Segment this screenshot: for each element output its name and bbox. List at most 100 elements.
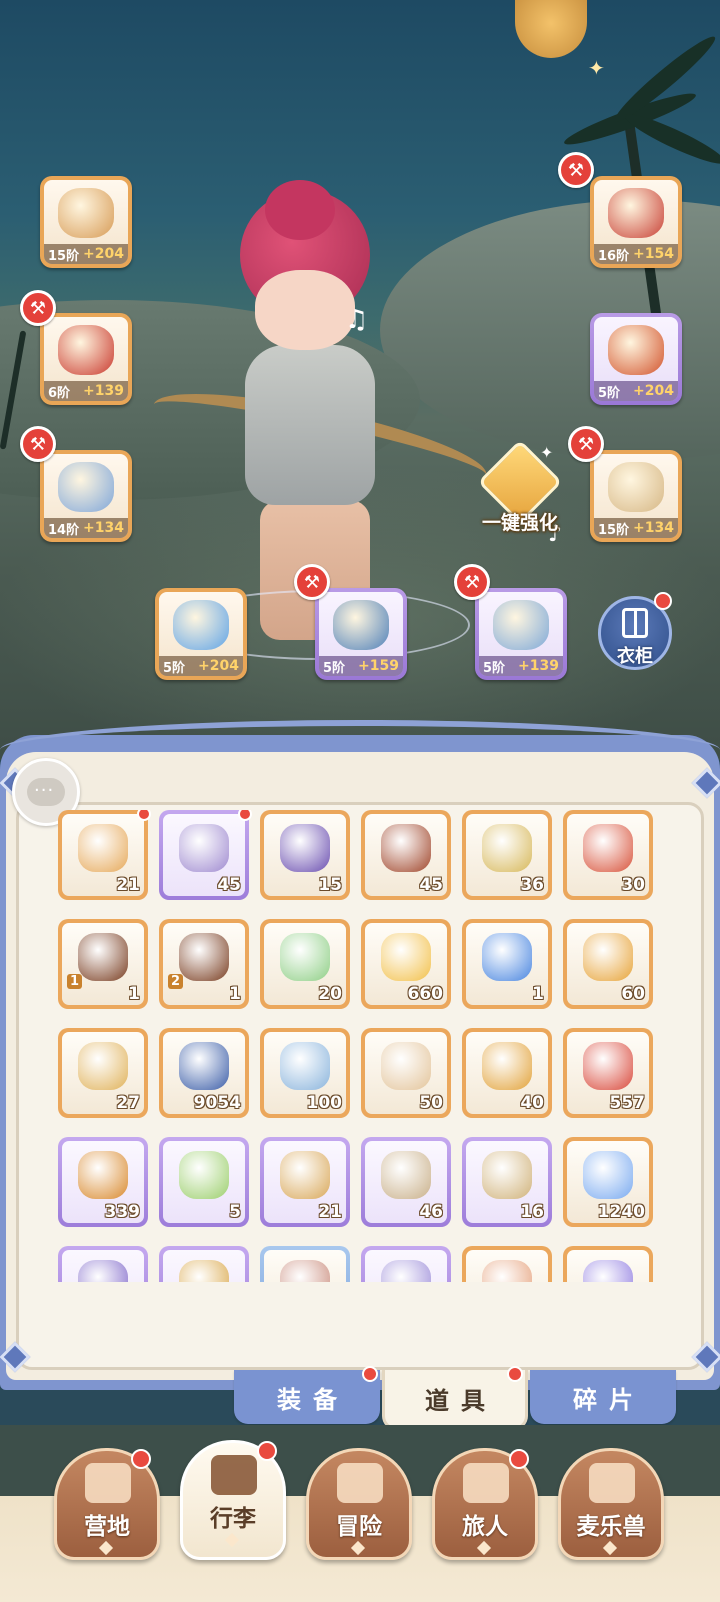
item-count: 50 (419, 1093, 443, 1113)
upgrade-hammer-icon[interactable]: ⚒ (568, 426, 604, 462)
item-level-badge: 1 (67, 974, 83, 989)
item-count: 40 (520, 1093, 544, 1113)
wardrobe-label: 衣柜 (617, 646, 653, 667)
equip-slot-amulet[interactable]: 5阶 +139 (475, 588, 567, 680)
notification-dot (507, 1366, 523, 1382)
companion-pet[interactable] (515, 0, 587, 58)
inventory-item[interactable] (361, 1246, 451, 1282)
upgrade-hammer-icon[interactable]: ⚒ (294, 564, 330, 600)
item-icon (78, 824, 128, 872)
item-count: 36 (520, 875, 544, 895)
inventory-item[interactable]: 1240 (563, 1137, 653, 1227)
inventory-item[interactable]: 16 (462, 1137, 552, 1227)
inventory-item[interactable]: 20 (260, 919, 350, 1009)
equip-slot-gloves[interactable]: 5阶 +204 (590, 313, 682, 405)
equip-bonus: +139 (518, 658, 559, 674)
inventory-item[interactable]: 30 (563, 810, 653, 900)
item-count: 21 (318, 1202, 342, 1222)
necklace-icon (333, 600, 389, 650)
item-count: 60 (621, 984, 645, 1004)
inventory-item[interactable]: 40 (462, 1028, 552, 1118)
backpack-icon (211, 1455, 257, 1495)
equip-slot-armor[interactable]: 6阶 +139 (40, 313, 132, 405)
inventory-item[interactable] (462, 1246, 552, 1282)
item-icon (583, 1151, 633, 1199)
inventory-item[interactable]: 21 (260, 1137, 350, 1227)
inventory-item[interactable]: 45 (361, 810, 451, 900)
item-count: 27 (116, 1093, 140, 1113)
inventory-item[interactable] (159, 1246, 249, 1282)
tab-label: 装备 (277, 1385, 349, 1414)
nav-camp[interactable]: 营地 (54, 1448, 160, 1560)
inventory-item[interactable]: 45 (159, 810, 252, 900)
inventory-item[interactable]: 36 (462, 810, 552, 900)
item-count: 20 (318, 984, 342, 1004)
inventory-item[interactable]: 100 (260, 1028, 350, 1118)
equip-slot-ring[interactable]: 5阶 +204 (155, 588, 247, 680)
equip-slot-boots[interactable]: 15阶 +134 (590, 450, 682, 542)
one-key-enhance-button[interactable]: 一键强化 (472, 439, 568, 546)
inventory-item[interactable]: 46 (361, 1137, 451, 1227)
equip-slot-helmet[interactable]: 16阶 +154 (590, 176, 682, 268)
item-count: 15 (318, 875, 342, 895)
item-icon (482, 1151, 532, 1199)
item-count: 100 (306, 1093, 343, 1113)
item-icon (482, 824, 532, 872)
tab-label: 道具 (425, 1387, 497, 1415)
item-icon (179, 933, 229, 981)
nav-label: 冒险 (336, 1514, 382, 1540)
equip-slot-weapon[interactable]: 15阶 +204 (40, 176, 132, 268)
nav-label: 旅人 (462, 1514, 508, 1540)
nav-adventure[interactable]: 冒险 (306, 1448, 412, 1560)
tab-items[interactable]: 道具 (382, 1366, 528, 1430)
item-icon (381, 1260, 431, 1282)
inventory-item[interactable]: 21 (58, 810, 151, 900)
nav-label: 营地 (84, 1514, 130, 1540)
inventory-scroll-view[interactable]: 21 45 15 45 36 30 1 1 2 1 20 660 1 60 27 9054 100 50 40 557… (58, 810, 664, 1282)
inventory-item[interactable] (58, 1246, 148, 1282)
inventory-item[interactable]: 15 (260, 810, 350, 900)
item-icon (482, 1260, 532, 1282)
upgrade-hammer-icon[interactable]: ⚒ (454, 564, 490, 600)
tab-equipment[interactable]: 装备 (234, 1366, 380, 1424)
inventory-item[interactable] (563, 1246, 653, 1282)
weapon-icon (58, 188, 114, 238)
inventory-item[interactable]: 60 (563, 919, 653, 1009)
inventory-item[interactable]: 21 (159, 919, 249, 1009)
inventory-item[interactable] (260, 1246, 350, 1282)
inventory-item[interactable]: 660 (361, 919, 451, 1009)
equip-bonus: +154 (633, 246, 674, 262)
item-count: 21 (116, 875, 140, 895)
item-icon (583, 1260, 633, 1282)
nav-travelers[interactable]: 旅人 (432, 1448, 538, 1560)
inventory-item[interactable]: 557 (563, 1028, 653, 1118)
equip-bonus: +134 (633, 520, 674, 536)
upgrade-hammer-icon[interactable]: ⚒ (558, 152, 594, 188)
item-icon (78, 933, 128, 981)
item-count: 1 (532, 984, 544, 1004)
inventory-item[interactable]: 11 (58, 919, 148, 1009)
equip-slot-necklace[interactable]: 5阶 +159 (315, 588, 407, 680)
inventory-item[interactable]: 27 (58, 1028, 148, 1118)
wardrobe-button[interactable]: 衣柜 (596, 592, 674, 674)
inventory-item[interactable]: 1 (462, 919, 552, 1009)
tab-fragments[interactable]: 碎片 (530, 1370, 676, 1424)
equip-tier: 5阶 (163, 660, 186, 676)
item-count: 1 (229, 984, 241, 1004)
nav-luggage[interactable]: 行李 (180, 1440, 286, 1560)
item-count: 9054 (193, 1093, 241, 1113)
inventory-item[interactable]: 50 (361, 1028, 451, 1118)
inventory-item[interactable]: 5 (159, 1137, 249, 1227)
nav-pets[interactable]: 麦乐兽 (558, 1448, 664, 1560)
item-count: 339 (104, 1202, 141, 1222)
equip-slot-pants[interactable]: 14阶 +134 (40, 450, 132, 542)
item-icon (381, 824, 431, 872)
inventory-item[interactable]: 339 (58, 1137, 148, 1227)
equip-bonus: +204 (633, 383, 674, 399)
enhance-label: 一键强化 (481, 512, 558, 534)
upgrade-hammer-icon[interactable]: ⚒ (20, 290, 56, 326)
item-icon (280, 1260, 330, 1282)
cat-face-icon (589, 1463, 635, 1503)
upgrade-hammer-icon[interactable]: ⚒ (20, 426, 56, 462)
inventory-item[interactable]: 9054 (159, 1028, 249, 1118)
